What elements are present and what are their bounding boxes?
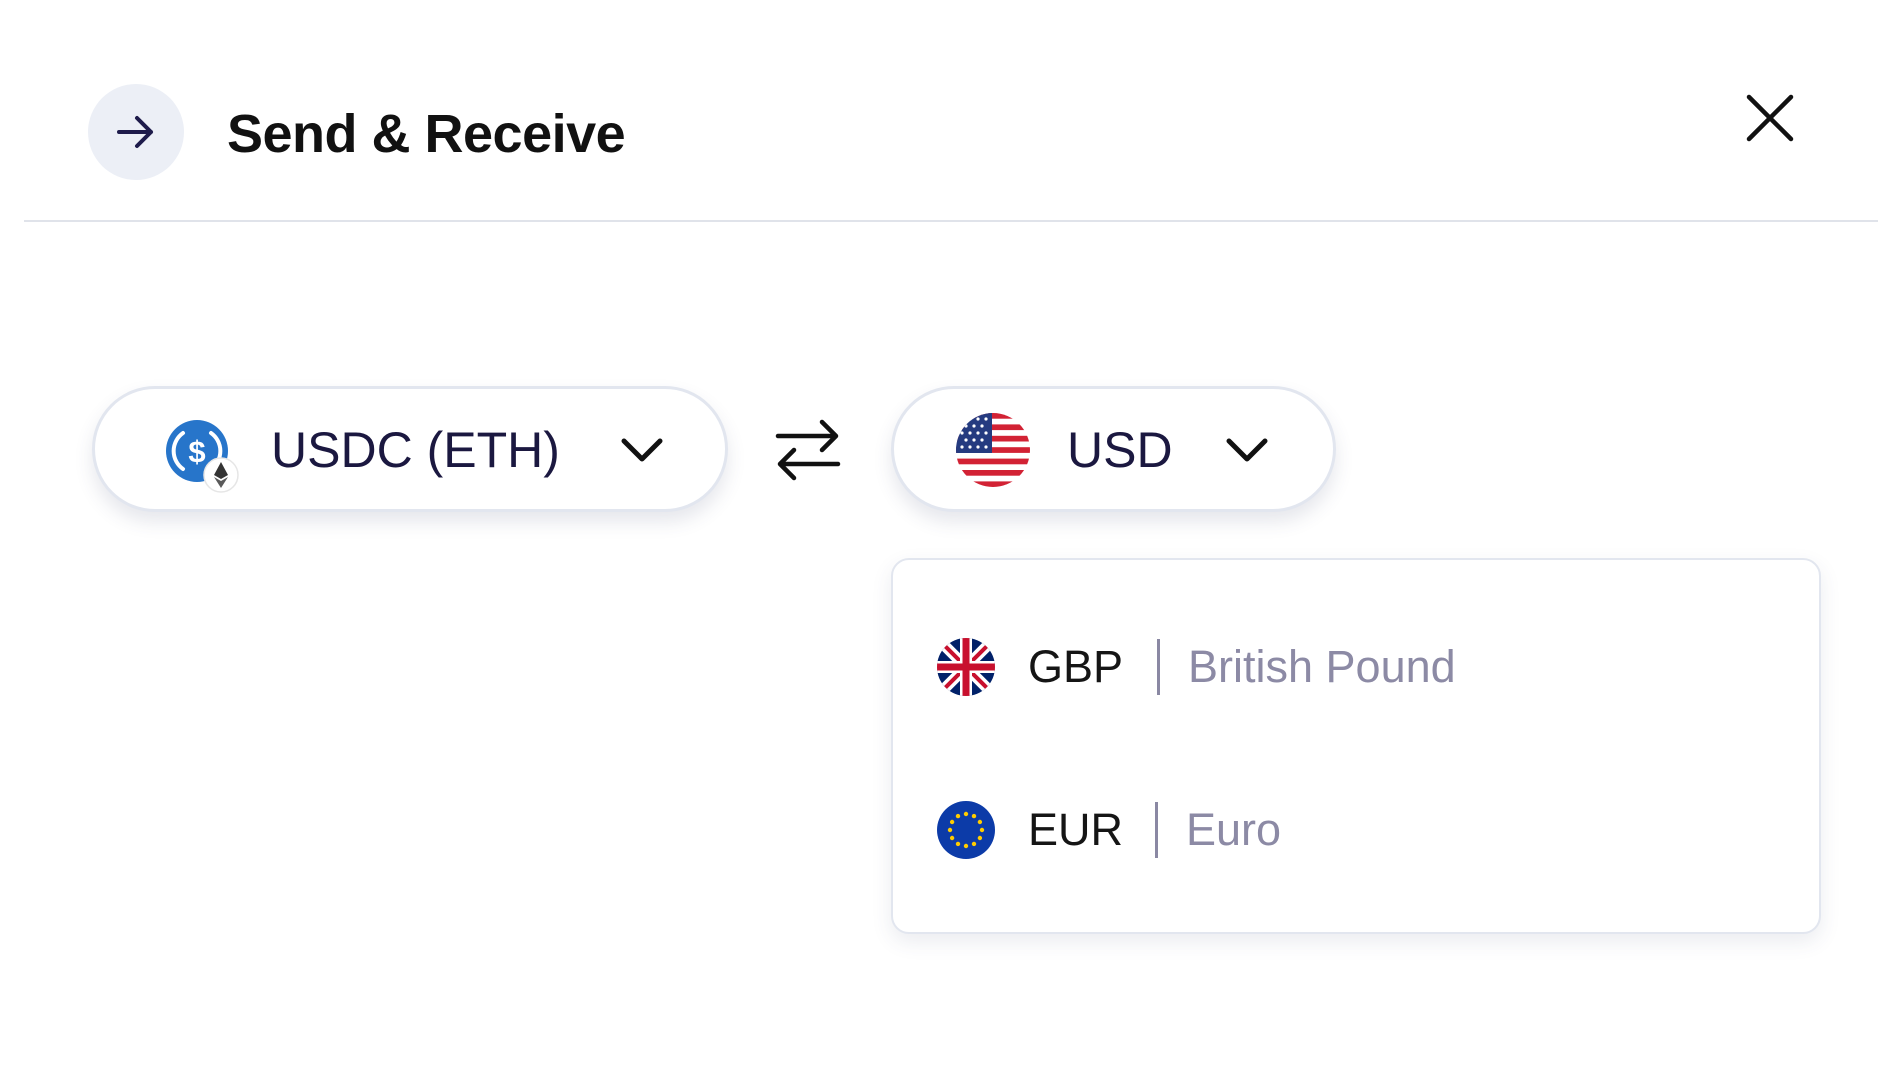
close-icon bbox=[1746, 94, 1794, 142]
from-currency-label: USDC (ETH) bbox=[271, 422, 560, 478]
to-currency-label: USD bbox=[1067, 422, 1173, 478]
svg-text:$: $ bbox=[188, 434, 205, 469]
currency-name: Euro bbox=[1186, 804, 1282, 855]
eu-flag-icon bbox=[937, 801, 995, 859]
separator bbox=[1155, 802, 1158, 858]
chevron-down-icon bbox=[1226, 438, 1268, 462]
currency-name: British Pound bbox=[1188, 641, 1456, 692]
uk-flag-icon bbox=[937, 638, 995, 696]
currency-code: GBP bbox=[1028, 641, 1124, 692]
header-icon-circle bbox=[88, 84, 184, 180]
currency-dropdown-menu: GBP British Pound EUR Euro bbox=[891, 558, 1821, 934]
close-button[interactable] bbox=[1742, 90, 1798, 146]
swap-arrows-icon bbox=[775, 419, 841, 481]
currency-option-gbp[interactable]: GBP British Pound bbox=[893, 612, 1819, 722]
swap-button[interactable] bbox=[768, 412, 848, 488]
from-currency-selector[interactable]: $ USDC (ETH) bbox=[92, 386, 728, 512]
chevron-down-icon bbox=[621, 438, 663, 462]
us-flag-icon bbox=[956, 413, 1030, 487]
currency-option-eur[interactable]: EUR Euro bbox=[893, 775, 1819, 885]
page-title: Send & Receive bbox=[227, 104, 626, 164]
to-currency-selector[interactable]: USD bbox=[891, 386, 1336, 512]
separator bbox=[1157, 639, 1160, 695]
currency-code: EUR bbox=[1028, 804, 1124, 855]
header-divider bbox=[24, 220, 1878, 222]
usdc-eth-icon: $ bbox=[166, 420, 239, 493]
arrow-right-icon bbox=[117, 116, 153, 148]
